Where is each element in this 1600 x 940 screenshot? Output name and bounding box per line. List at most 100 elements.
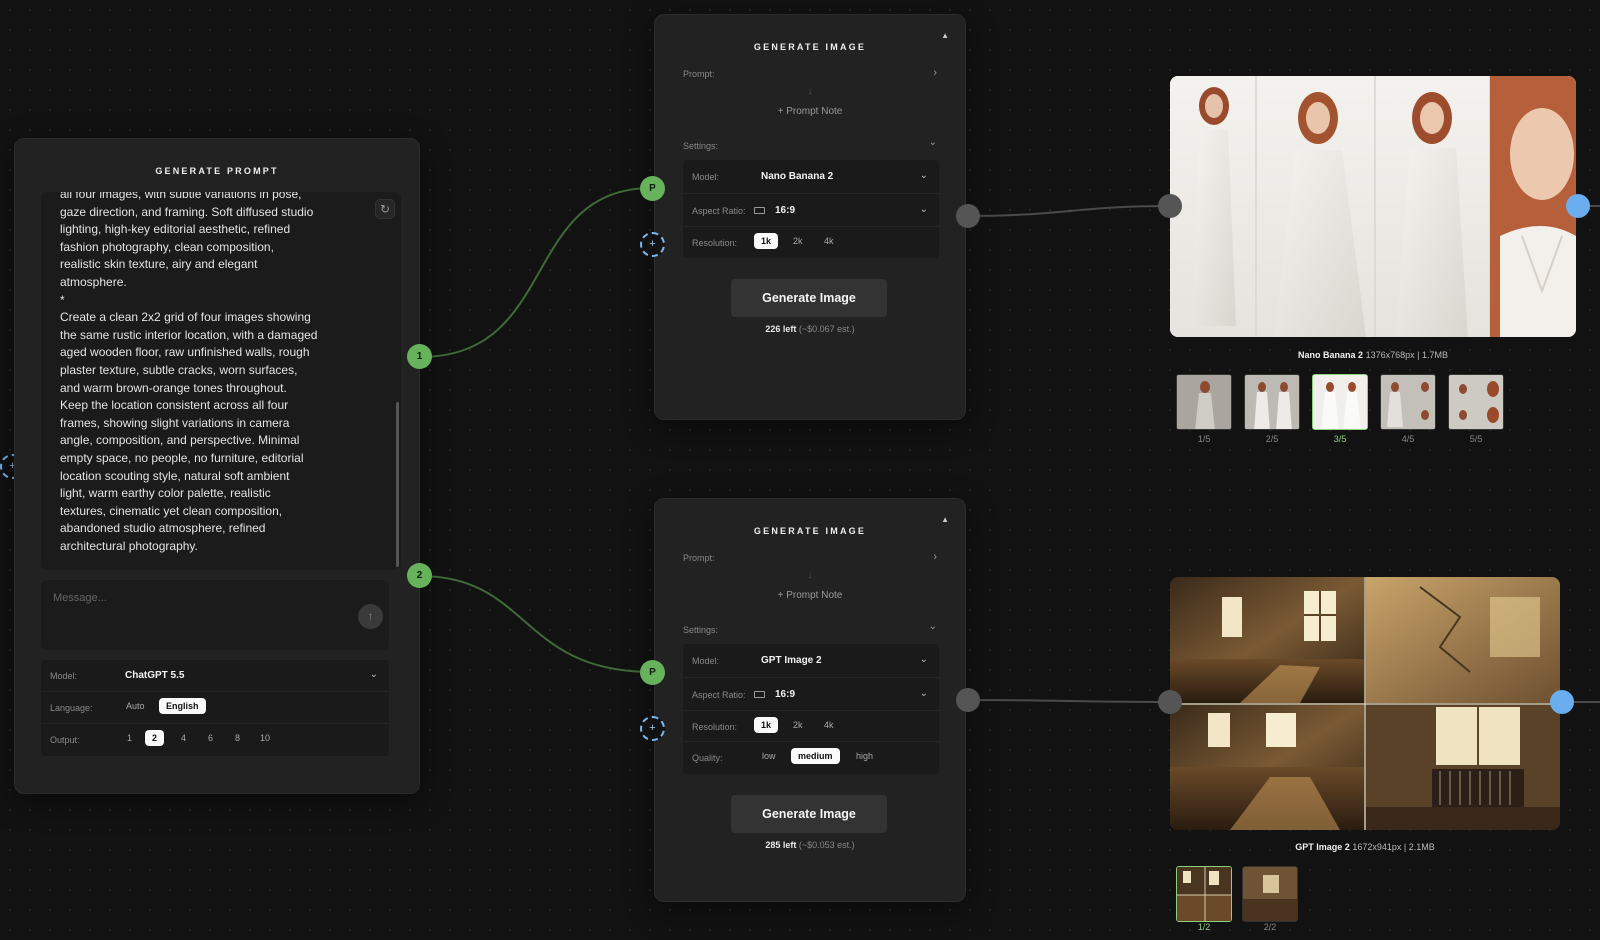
interior-grid-image: [1170, 577, 1560, 830]
caption-meta: 1672x941px | 2.1MB: [1352, 842, 1435, 852]
fashion-grid-image: [1170, 76, 1576, 337]
prompt-output-handle-2[interactable]: 2: [407, 563, 432, 588]
chevron-right-icon[interactable]: ›: [933, 67, 937, 79]
output-option-8[interactable]: 8: [228, 730, 247, 746]
chevron-down-icon[interactable]: ⌄: [370, 669, 378, 680]
node-title: GENERATE IMAGE: [753, 526, 867, 536]
model-row[interactable]: Model: Nano Banana 2 ⌄: [683, 160, 939, 194]
credits-info: 226 left (~$0.067 est.): [655, 324, 965, 334]
generate-image-button[interactable]: Generate Image: [731, 279, 887, 317]
chevron-down-icon[interactable]: ⌄: [920, 688, 928, 699]
credits-left-word: left: [782, 324, 797, 334]
chevron-down-icon[interactable]: ⌄: [929, 137, 937, 148]
wire-2: [419, 575, 653, 673]
image-settings-panel: Model: Nano Banana 2 ⌄ Aspect Ratio: 16:…: [683, 160, 939, 258]
chevron-down-icon[interactable]: ⌄: [920, 170, 928, 181]
scrollbar[interactable]: [396, 402, 399, 567]
prompt-output-area[interactable]: all four images, with subtle variations …: [41, 192, 401, 570]
image-caption-1: Nano Banana 2 1376x768px | 1.7MB: [1170, 350, 1576, 360]
output-row: Output: 1 2 4 6 8 10: [41, 724, 389, 756]
prompt-input-handle-1[interactable]: P: [640, 176, 665, 201]
arrow-up-icon[interactable]: ↑: [358, 604, 383, 629]
output-image-2[interactable]: [1170, 577, 1560, 830]
thumbnail-2-2[interactable]: [1242, 866, 1298, 922]
output-option-10[interactable]: 10: [253, 730, 277, 746]
resolution-option-2k[interactable]: 2k: [786, 233, 810, 249]
settings-label: Settings:: [683, 141, 719, 151]
image-input-handle-2[interactable]: [1158, 690, 1182, 714]
model-row[interactable]: Model: GPT Image 2 ⌄: [683, 644, 939, 678]
thumbnail-5-5[interactable]: [1448, 374, 1504, 430]
message-input[interactable]: Message... ↑: [41, 580, 389, 650]
image-settings-panel: Model: GPT Image 2 ⌄ Aspect Ratio: 16:9 …: [683, 644, 939, 774]
image-output-handle-blue-2[interactable]: [1550, 690, 1574, 714]
output-image-1[interactable]: [1170, 76, 1576, 337]
thumbnail-1-2[interactable]: [1176, 866, 1232, 922]
generate-image-node-2[interactable]: GENERATE IMAGE ▲ Prompt: › ↓ + Prompt No…: [654, 498, 966, 902]
caption-meta: 1376x768px | 1.7MB: [1365, 350, 1448, 360]
thumbnail-label: 2/5: [1265, 434, 1279, 444]
wire-1: [419, 187, 653, 358]
caption-model: GPT Image 2: [1295, 842, 1350, 852]
resolution-option-1k[interactable]: 1k: [754, 717, 779, 733]
refresh-icon[interactable]: ↻: [375, 199, 395, 219]
image-output-handle-1[interactable]: [956, 204, 980, 228]
quality-option-medium[interactable]: medium: [791, 748, 840, 764]
chevron-down-icon[interactable]: ⌄: [920, 204, 928, 215]
add-input-handle-2[interactable]: +: [640, 716, 665, 741]
node-title: GENERATE PROMPT: [155, 166, 279, 176]
resolution-option-1k[interactable]: 1k: [754, 233, 779, 249]
image-output-handle-2[interactable]: [956, 688, 980, 712]
image-output-handle-blue-1[interactable]: [1566, 194, 1590, 218]
chevron-right-icon[interactable]: ›: [933, 551, 937, 563]
prompt-output-handle-1[interactable]: 1: [407, 344, 432, 369]
credits-left-count: 226: [765, 324, 781, 334]
generate-prompt-node[interactable]: GENERATE PROMPT all four images, with su…: [14, 138, 420, 794]
language-option-english[interactable]: English: [159, 698, 206, 714]
quality-option-low[interactable]: low: [755, 748, 783, 764]
prompt-note-button[interactable]: + Prompt Note: [655, 106, 965, 117]
resolution-label: Resolution:: [692, 722, 738, 732]
prompt-note-button[interactable]: + Prompt Note: [655, 590, 965, 601]
aspect-ratio-icon: [754, 207, 765, 214]
aspect-ratio-row[interactable]: Aspect Ratio: 16:9 ⌄: [683, 678, 939, 711]
generate-image-node-1[interactable]: GENERATE IMAGE ▲ Prompt: › ↓ + Prompt No…: [654, 14, 966, 420]
prompt-label: Prompt:: [683, 69, 715, 79]
model-row[interactable]: Model: ChatGPT 5.5 ⌄: [41, 660, 389, 692]
aspect-ratio-icon: [754, 691, 765, 698]
resolution-label: Resolution:: [692, 238, 738, 248]
resolution-option-2k[interactable]: 2k: [786, 717, 810, 733]
collapse-icon[interactable]: ▲: [941, 31, 949, 40]
quality-option-high[interactable]: high: [849, 748, 880, 764]
thumbnail-3-5[interactable]: [1312, 374, 1368, 430]
output-option-2[interactable]: 2: [145, 730, 165, 746]
aspect-ratio-row[interactable]: Aspect Ratio: 16:9 ⌄: [683, 194, 939, 227]
message-placeholder: Message...: [53, 592, 107, 604]
add-input-handle-1[interactable]: +: [640, 232, 665, 257]
resolution-option-4k[interactable]: 4k: [817, 233, 841, 249]
prompt-settings-panel: Model: ChatGPT 5.5 ⌄ Language: Auto Engl…: [41, 660, 389, 756]
thumbnail-1-5[interactable]: [1176, 374, 1232, 430]
output-option-6[interactable]: 6: [201, 730, 220, 746]
resolution-option-4k[interactable]: 4k: [817, 717, 841, 733]
image-input-handle-1[interactable]: [1158, 194, 1182, 218]
wire-3: [967, 205, 1171, 217]
collapse-icon[interactable]: ▲: [941, 515, 949, 524]
prompt-output-text: all four images, with subtle variations …: [60, 192, 318, 553]
thumbnail-4-5[interactable]: [1380, 374, 1436, 430]
prompt-input-handle-2[interactable]: P: [640, 660, 665, 685]
thumbnail-2-5[interactable]: [1244, 374, 1300, 430]
generate-image-button[interactable]: Generate Image: [731, 795, 887, 833]
chevron-down-icon[interactable]: ⌄: [920, 654, 928, 665]
caption-model: Nano Banana 2: [1298, 350, 1364, 360]
credits-left-word: left: [782, 840, 797, 850]
output-option-4[interactable]: 4: [174, 730, 193, 746]
chevron-down-icon[interactable]: ⌄: [929, 621, 937, 632]
thumbnail-label: 4/5: [1401, 434, 1415, 444]
thumbnail-label-current: 3/5: [1333, 434, 1347, 444]
output-option-1[interactable]: 1: [120, 730, 139, 746]
resolution-row: Resolution: 1k 2k 4k: [683, 711, 939, 742]
thumbnail-label-current: 1/2: [1197, 922, 1211, 932]
model-label: Model:: [692, 172, 720, 182]
language-option-auto[interactable]: Auto: [119, 698, 152, 714]
